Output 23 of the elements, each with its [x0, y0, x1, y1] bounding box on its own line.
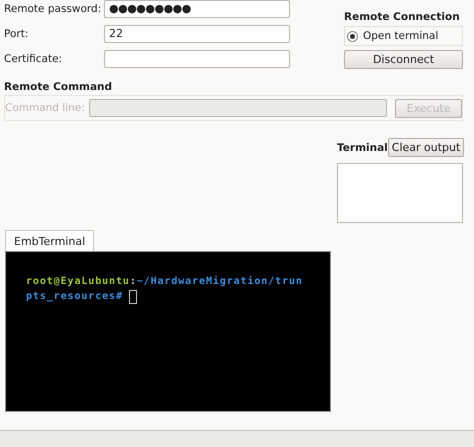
terminal-text: pts_resources# — [26, 291, 123, 302]
section-title: Remote Connection — [344, 11, 461, 23]
field-label: Port: — [3, 28, 30, 40]
terminal-screen[interactable]: root@EyaLubuntu:~/HardwareMigration/trun pts_resources# — [5, 251, 331, 412]
field-label: Command line: — [5, 102, 85, 114]
clear-output-button[interactable]: Clear output — [388, 138, 464, 157]
password-field[interactable]: ●●●●●●●●● — [104, 0, 290, 18]
field-label: Remote password: — [3, 3, 102, 15]
radio-button[interactable] — [347, 30, 358, 42]
input-field[interactable] — [88, 99, 388, 117]
output-area[interactable] — [337, 163, 463, 223]
section-title: Remote Command — [4, 81, 114, 93]
terminal-text: : — [130, 276, 137, 287]
radio-option[interactable]: Open terminal — [344, 26, 463, 46]
terminal-text: ~/HardwareMigration/trun — [136, 276, 303, 287]
terminal-label: Terminal — [337, 142, 388, 154]
radio-label: Open terminal — [363, 30, 438, 42]
input-field[interactable] — [104, 50, 290, 68]
input-field[interactable]: 22 — [104, 25, 290, 43]
disconnect-button[interactable]: Disconnect — [344, 50, 463, 69]
terminal-text: root@EyaLubuntu — [26, 276, 130, 287]
tab[interactable]: EmbTerminal — [5, 230, 94, 251]
field-label: Certificate: — [3, 53, 64, 65]
